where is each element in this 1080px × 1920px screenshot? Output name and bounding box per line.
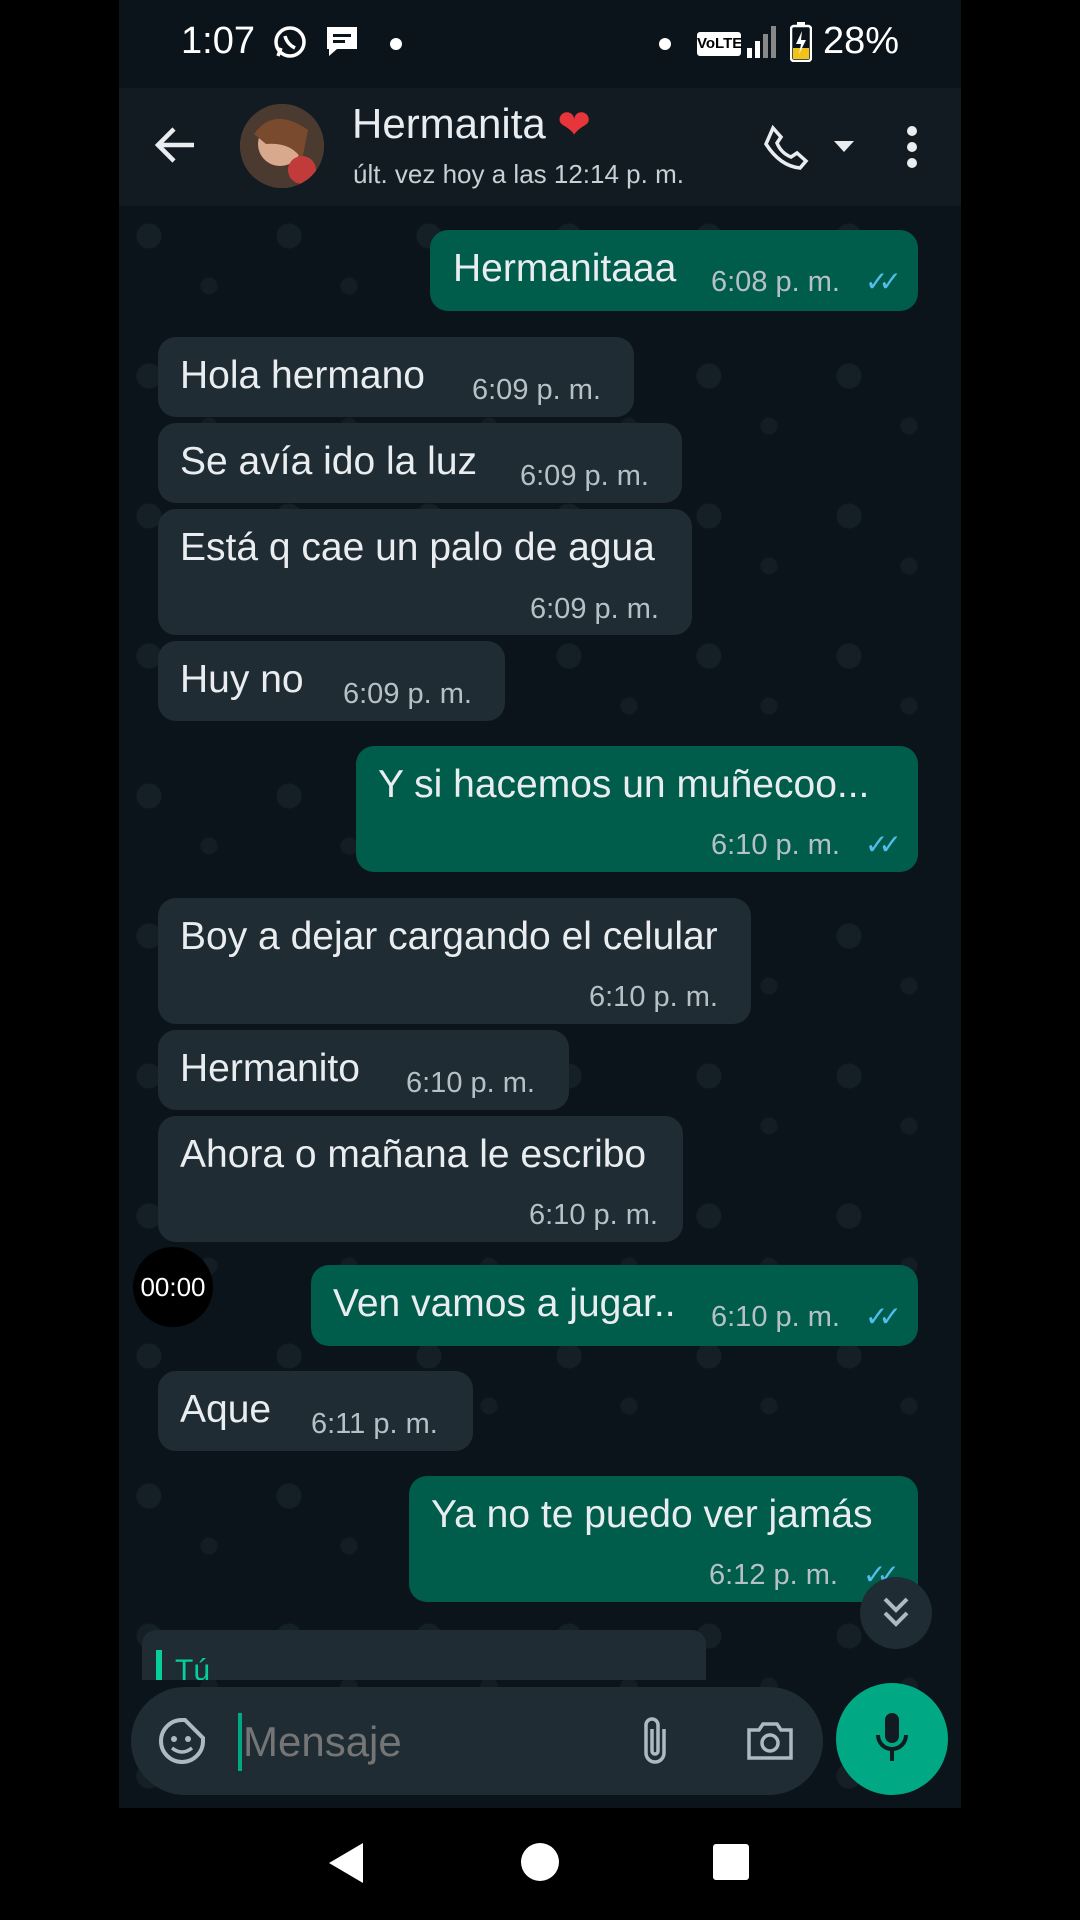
message-bubble-incoming[interactable]: Hermanito 6:10 p. m. (158, 1030, 569, 1110)
whatsapp-notification-icon (272, 24, 308, 65)
dot-icon (659, 37, 671, 55)
scroll-to-bottom-button[interactable] (860, 1577, 932, 1649)
read-receipt-icon: ✓✓ (865, 266, 902, 297)
message-text: Está q cae un palo de agua (180, 526, 655, 569)
message-time: 6:09 p. m. (343, 678, 472, 710)
system-navigation-bar (0, 1808, 1080, 1920)
message-text: Hermanitaaa (453, 247, 677, 290)
message-bubble-outgoing[interactable]: Y si hacemos un muñecoo... 6:10 p. m. ✓✓ (356, 746, 918, 872)
audio-timer: 00:00 (133, 1247, 213, 1327)
status-time: 1:07 (181, 20, 255, 62)
contact-name[interactable]: Hermanita (352, 100, 546, 147)
message-text: Hola hermano (180, 354, 425, 397)
nav-back-icon[interactable] (327, 1841, 365, 1890)
reply-author: Tú (175, 1654, 211, 1680)
message-time: 6:11 p. m. (311, 1408, 438, 1440)
message-bubble-incoming[interactable]: Ahora o mañana le escribo 6:10 p. m. (158, 1116, 683, 1242)
reply-accent-bar (156, 1650, 162, 1680)
last-seen: últ. vez hoy a las 12:14 p. m. (353, 159, 684, 189)
signal-icon (747, 26, 777, 63)
message-bubble-outgoing[interactable]: Ven vamos a jugar.. 6:10 p. m. ✓✓ (311, 1265, 918, 1346)
message-time: 6:08 p. m. (711, 266, 840, 298)
battery-percent: 28% (823, 20, 900, 62)
phone-icon[interactable] (763, 124, 809, 175)
message-time: 6:09 p. m. (520, 460, 649, 492)
volte-icon: VoLTE (697, 32, 742, 56)
camera-icon[interactable] (746, 1721, 794, 1766)
message-bubble-incoming[interactable]: Aque 6:11 p. m. (158, 1371, 473, 1451)
message-bubble-incoming[interactable]: Hola hermano 6:09 p. m. (158, 337, 634, 417)
message-time: 6:10 p. m. (406, 1067, 535, 1099)
nav-home-icon[interactable] (520, 1842, 560, 1887)
message-text: Boy a dejar cargando el celular (180, 915, 718, 958)
contact-name-row[interactable]: Hermanita ❤ (352, 100, 591, 148)
message-text: Y si hacemos un muñecoo... (378, 763, 870, 806)
status-bar: 1:07 VoLTE 28% (119, 0, 961, 88)
message-input[interactable] (241, 1709, 625, 1775)
back-arrow-icon[interactable] (154, 124, 196, 171)
microphone-icon (876, 1713, 908, 1761)
phone-screen: 1:07 VoLTE 28% Hermanita ❤ últ. vez hoy … (119, 0, 961, 1808)
message-time: 6:09 p. m. (472, 374, 601, 406)
paperclip-icon[interactable] (638, 1715, 672, 1772)
reply-preview[interactable]: Tú (142, 1630, 706, 1680)
double-chevron-down-icon (883, 1597, 909, 1627)
message-text: Hermanito (180, 1047, 360, 1090)
message-text: Ahora o mañana le escribo (180, 1133, 647, 1176)
message-text: Ya no te puedo ver jamás (431, 1493, 873, 1536)
message-text: Huy no (180, 658, 304, 701)
more-options-icon[interactable] (906, 126, 918, 173)
message-time: 6:12 p. m. (709, 1559, 838, 1591)
message-notification-icon (324, 24, 360, 63)
read-receipt-icon: ✓✓ (865, 829, 902, 860)
message-bubble-incoming[interactable]: Se avía ido la luz 6:09 p. m. (158, 423, 682, 503)
message-bubble-outgoing[interactable]: Ya no te puedo ver jamás 6:12 p. m. ✓✓ (409, 1476, 918, 1602)
message-bubble-incoming[interactable]: Huy no 6:09 p. m. (158, 641, 505, 721)
message-text: Se avía ido la luz (180, 440, 478, 483)
message-time: 6:10 p. m. (711, 1301, 840, 1333)
nav-recents-icon[interactable] (713, 1844, 749, 1885)
heart-icon: ❤ (557, 103, 591, 147)
avatar[interactable] (240, 104, 324, 188)
message-bubble-incoming[interactable]: Boy a dejar cargando el celular 6:10 p. … (158, 898, 751, 1024)
message-time: 6:10 p. m. (589, 981, 718, 1013)
chat-header: Hermanita ❤ últ. vez hoy a las 12:14 p. … (119, 88, 961, 206)
battery-charging-icon (789, 22, 813, 67)
message-bubble-incoming[interactable]: Está q cae un palo de agua 6:09 p. m. (158, 509, 692, 635)
message-time: 6:10 p. m. (529, 1199, 658, 1231)
message-text: Aque (180, 1388, 272, 1431)
dot-icon (390, 37, 402, 55)
message-composer (131, 1687, 823, 1795)
message-bubble-outgoing[interactable]: Hermanitaaa 6:08 p. m. ✓✓ (430, 230, 918, 311)
sticker-icon[interactable] (158, 1717, 206, 1770)
message-time: 6:10 p. m. (711, 829, 840, 861)
voice-record-button[interactable] (836, 1683, 948, 1795)
dropdown-icon[interactable] (834, 140, 854, 158)
message-text: Ven vamos a jugar.. (333, 1282, 676, 1325)
read-receipt-icon: ✓✓ (865, 1301, 902, 1332)
message-time: 6:09 p. m. (530, 593, 659, 625)
